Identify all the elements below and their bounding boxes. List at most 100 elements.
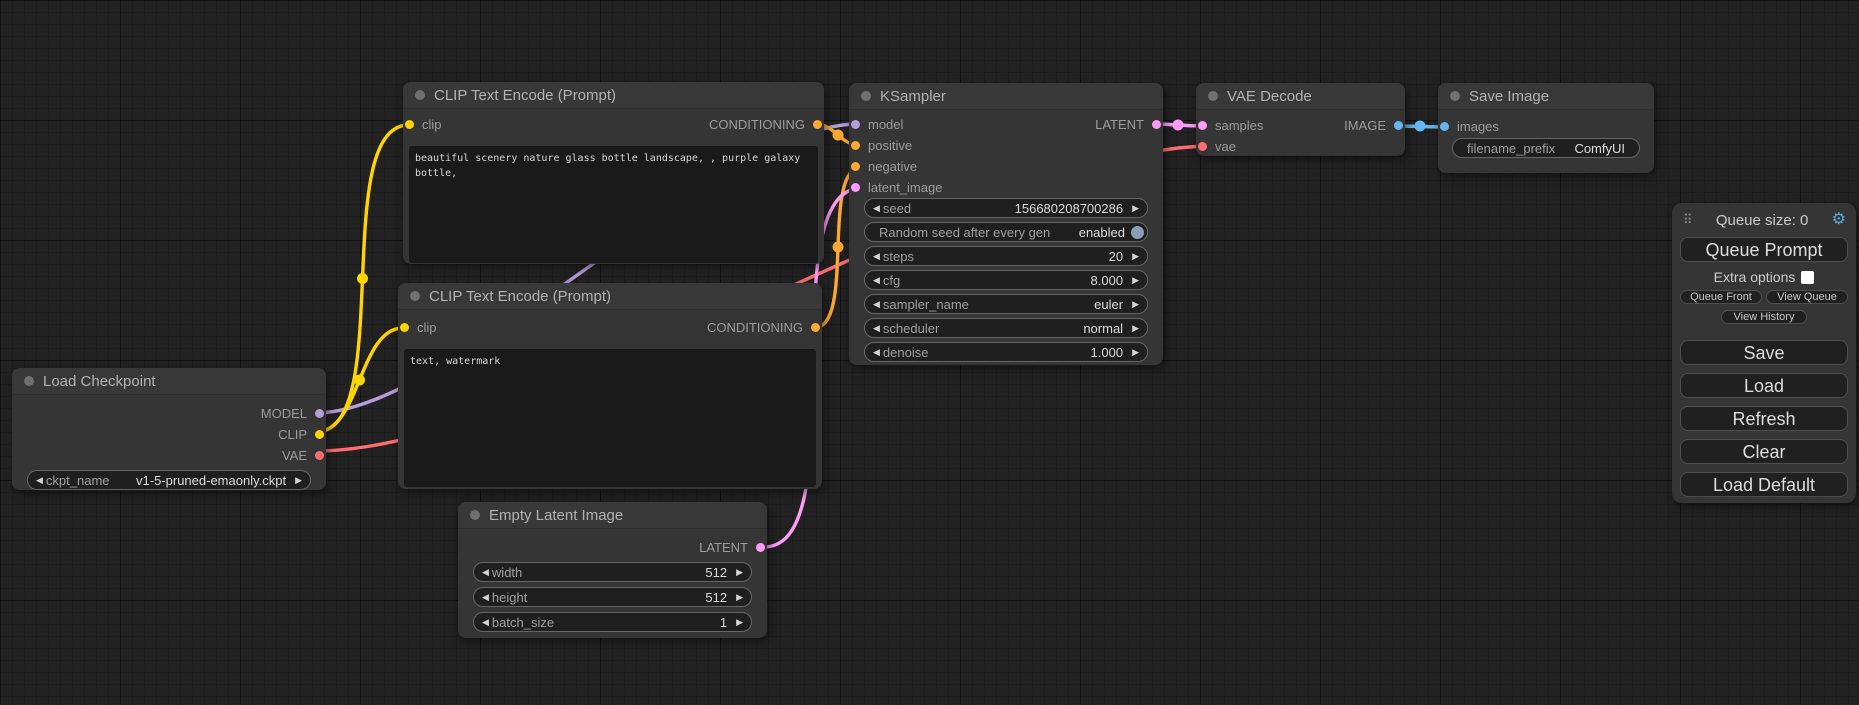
view-history-button[interactable]: View History: [1721, 310, 1807, 324]
height-widget[interactable]: ◀ height 512 ▶: [473, 587, 752, 607]
output-row-latent: LATENT: [1095, 114, 1161, 135]
node-title-bar[interactable]: CLIP Text Encode (Prompt): [403, 82, 824, 109]
decrement-arrow-icon[interactable]: ◀: [474, 568, 492, 577]
negative-prompt-textarea[interactable]: text, watermark: [404, 349, 816, 487]
image-output-port[interactable]: [1394, 121, 1403, 130]
sampler-name-widget[interactable]: ◀ sampler_name euler ▶: [864, 294, 1148, 314]
link-dot[interactable]: [354, 375, 365, 386]
node-status-dot[interactable]: [410, 291, 420, 301]
random-seed-widget[interactable]: Random seed after every gen enabled: [864, 222, 1148, 242]
increment-arrow-icon[interactable]: ▶: [1129, 300, 1147, 309]
node-status-dot[interactable]: [861, 91, 871, 101]
increment-arrow-icon[interactable]: ▶: [733, 593, 751, 602]
node-status-dot[interactable]: [1450, 91, 1460, 101]
clip-input-port[interactable]: [405, 120, 414, 129]
decrement-arrow-icon[interactable]: ◀: [865, 348, 883, 357]
conditioning-output-port[interactable]: [813, 120, 822, 129]
node-empty-latent-image[interactable]: Empty Latent Image LATENT ◀ width 512 ▶ …: [458, 502, 767, 638]
model-input-port[interactable]: [851, 120, 860, 129]
images-input-port[interactable]: [1440, 122, 1449, 131]
latent-image-input-port[interactable]: [851, 183, 860, 192]
decrement-arrow-icon[interactable]: ◀: [474, 618, 492, 627]
widget-label: height: [492, 590, 527, 605]
node-clip-text-encode-positive[interactable]: CLIP Text Encode (Prompt) clip CONDITION…: [403, 82, 824, 264]
node-vae-decode[interactable]: VAE Decode samples IMAGE vae: [1196, 83, 1405, 156]
decrement-arrow-icon[interactable]: ◀: [865, 300, 883, 309]
link-dot[interactable]: [833, 242, 844, 253]
node-title-bar[interactable]: Load Checkpoint: [12, 368, 326, 395]
latent-output-port[interactable]: [756, 543, 765, 552]
vae-output-port[interactable]: [315, 451, 324, 460]
output-row-latent: LATENT: [458, 537, 767, 558]
scheduler-widget[interactable]: ◀ scheduler normal ▶: [864, 318, 1148, 338]
extra-options-checkbox[interactable]: [1801, 271, 1814, 284]
link-dot[interactable]: [357, 273, 368, 284]
node-status-dot[interactable]: [1208, 91, 1218, 101]
seed-widget[interactable]: ◀ seed 156680208700286 ▶: [864, 198, 1148, 218]
model-output-port[interactable]: [315, 409, 324, 418]
load-default-button[interactable]: Load Default: [1680, 472, 1848, 497]
vae-input-port[interactable]: [1198, 142, 1207, 151]
increment-arrow-icon[interactable]: ▶: [1129, 348, 1147, 357]
ckpt-name-widget[interactable]: ◀ ckpt_name v1-5-pruned-emaonly.ckpt ▶: [27, 470, 311, 490]
widget-label: filename_prefix: [1467, 141, 1555, 156]
conditioning-output-port[interactable]: [811, 323, 820, 332]
gear-icon[interactable]: ⚙: [1832, 212, 1846, 228]
node-save-image[interactable]: Save Image images filename_prefix ComfyU…: [1438, 83, 1654, 173]
node-status-dot[interactable]: [415, 90, 425, 100]
latent-output-port[interactable]: [1152, 120, 1161, 129]
link-dot[interactable]: [1415, 121, 1426, 132]
node-title-bar[interactable]: Empty Latent Image: [458, 502, 767, 529]
increment-arrow-icon[interactable]: ▶: [1129, 276, 1147, 285]
node-status-dot[interactable]: [470, 510, 480, 520]
node-title-bar[interactable]: CLIP Text Encode (Prompt): [398, 283, 822, 310]
queue-prompt-button[interactable]: Queue Prompt: [1680, 237, 1848, 262]
width-widget[interactable]: ◀ width 512 ▶: [473, 562, 752, 582]
link-dot[interactable]: [833, 130, 844, 141]
input-label: model: [868, 117, 903, 132]
increment-arrow-icon[interactable]: ▶: [1129, 324, 1147, 333]
steps-widget[interactable]: ◀ steps 20 ▶: [864, 246, 1148, 266]
cfg-widget[interactable]: ◀ cfg 8.000 ▶: [864, 270, 1148, 290]
view-queue-button[interactable]: View Queue: [1766, 290, 1848, 304]
denoise-widget[interactable]: ◀ denoise 1.000 ▶: [864, 342, 1148, 362]
samples-input-port[interactable]: [1198, 121, 1207, 130]
node-title-bar[interactable]: VAE Decode: [1196, 83, 1405, 110]
negative-input-port[interactable]: [851, 162, 860, 171]
decrement-arrow-icon[interactable]: ◀: [865, 252, 883, 261]
node-title: Load Checkpoint: [43, 373, 156, 390]
drag-handle-icon[interactable]: ⠿: [1683, 212, 1693, 228]
increment-arrow-icon[interactable]: ▶: [292, 476, 310, 485]
load-button[interactable]: Load: [1680, 373, 1848, 398]
decrement-arrow-icon[interactable]: ◀: [474, 593, 492, 602]
node-load-checkpoint[interactable]: Load Checkpoint MODEL CLIP VAE ◀ ckpt_na…: [12, 368, 326, 490]
queue-front-button[interactable]: Queue Front: [1680, 290, 1762, 304]
clip-output-port[interactable]: [315, 430, 324, 439]
increment-arrow-icon[interactable]: ▶: [733, 568, 751, 577]
widget-label: sampler_name: [883, 297, 969, 312]
input-label: negative: [868, 159, 917, 174]
positive-input-port[interactable]: [851, 141, 860, 150]
increment-arrow-icon[interactable]: ▶: [1129, 252, 1147, 261]
widget-value: 1: [720, 615, 727, 630]
decrement-arrow-icon[interactable]: ◀: [865, 204, 883, 213]
link-dot[interactable]: [1173, 120, 1184, 131]
node-status-dot[interactable]: [24, 376, 34, 386]
positive-prompt-textarea[interactable]: beautiful scenery nature glass bottle la…: [409, 146, 818, 263]
node-clip-text-encode-negative[interactable]: CLIP Text Encode (Prompt) clip CONDITION…: [398, 283, 822, 489]
toggle-icon[interactable]: [1131, 226, 1144, 239]
save-button[interactable]: Save: [1680, 340, 1848, 365]
clip-input-port[interactable]: [400, 323, 409, 332]
decrement-arrow-icon[interactable]: ◀: [28, 476, 46, 485]
decrement-arrow-icon[interactable]: ◀: [865, 324, 883, 333]
batch-size-widget[interactable]: ◀ batch_size 1 ▶: [473, 612, 752, 632]
node-title-bar[interactable]: KSampler: [849, 83, 1163, 110]
node-title-bar[interactable]: Save Image: [1438, 83, 1654, 110]
clear-button[interactable]: Clear: [1680, 439, 1848, 464]
filename-prefix-widget[interactable]: filename_prefix ComfyUI: [1452, 138, 1640, 158]
refresh-button[interactable]: Refresh: [1680, 406, 1848, 431]
decrement-arrow-icon[interactable]: ◀: [865, 276, 883, 285]
node-ksampler[interactable]: KSampler model positive negative latent_…: [849, 83, 1163, 365]
increment-arrow-icon[interactable]: ▶: [1129, 204, 1147, 213]
increment-arrow-icon[interactable]: ▶: [733, 618, 751, 627]
